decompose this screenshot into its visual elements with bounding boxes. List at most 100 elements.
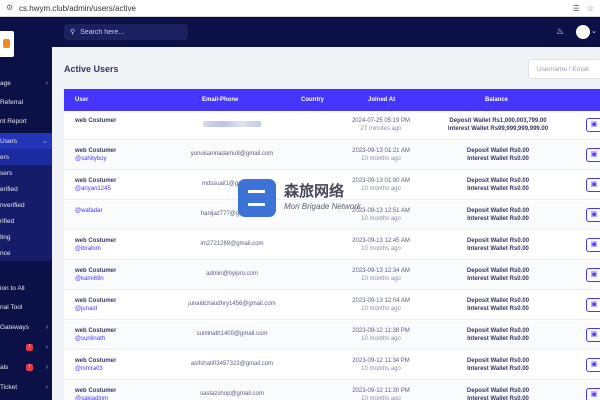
sidebar-item[interactable]: Users ⌄	[0, 133, 52, 149]
user-fullname: web Costumer	[75, 388, 117, 394]
balance-line: Deposit Wallet Rs0.00	[466, 358, 530, 364]
balance-line: Interest Wallet Rs0.00	[467, 366, 529, 372]
details-button[interactable]: ▣	[586, 328, 600, 342]
sidebar-item-label: Referral	[0, 98, 24, 106]
joined-cell: 2023-09-12 11:30 PM 10 months ago	[336, 387, 426, 400]
details-button[interactable]: ▣	[586, 298, 600, 312]
star-icon[interactable]: ☆	[587, 4, 594, 13]
joined-ago: 10 months ago	[361, 276, 401, 282]
sidebar-item[interactable]: Referral	[0, 94, 52, 110]
avatar[interactable]	[576, 25, 590, 39]
sidebar-item[interactable]: nce	[0, 245, 52, 261]
email-text: im2721269@gmail.com	[200, 241, 264, 247]
sidebar-item-label: erified	[0, 185, 18, 193]
joined-date: 2023-09-13 12:45 AM	[352, 238, 410, 244]
bell-icon[interactable]: ♨	[556, 26, 564, 37]
filter-input[interactable]	[528, 59, 600, 79]
joined-date: 2024-07-25 05:19 PM	[351, 118, 411, 124]
joined-cell: 2023-09-13 01:21 AM 10 months ago	[336, 147, 426, 163]
joined-cell: 2023-09-12 11:34 PM 10 months ago	[336, 357, 426, 373]
sidebar-item[interactable]: nt Report	[0, 113, 52, 129]
sidebar-item[interactable]: nal Tool	[0, 299, 52, 315]
details-button[interactable]: ▣	[586, 208, 600, 222]
header-user: User	[75, 97, 89, 103]
joined-ago: 10 months ago	[361, 336, 401, 342]
username-link[interactable]: @kami69n	[75, 275, 116, 283]
email-cell: mdssuail1@gmail.com	[172, 181, 292, 187]
desktop-icon: ▣	[590, 361, 598, 368]
sidebar-item[interactable]: sers	[0, 165, 52, 181]
details-button[interactable]: ▣	[586, 358, 600, 372]
balance-cell: Deposit Wallet Rs0.00 Interest Wallet Rs0…	[428, 387, 568, 400]
details-button[interactable]: ▣	[586, 148, 600, 162]
user-fullname: web Costumer	[75, 238, 117, 244]
email-cell: admin@hyipro.com	[172, 271, 292, 277]
email-cell	[172, 121, 292, 128]
username-link[interactable]: @sakiadinm	[75, 395, 116, 400]
sidebar-item-label: Users	[0, 137, 17, 145]
sidebar-item[interactable]: age ›	[0, 75, 52, 91]
email-text: admin@hyipro.com	[206, 271, 258, 277]
sidebar-item[interactable]: als! ›	[0, 359, 52, 375]
sidebar-item[interactable]: ion to All	[0, 280, 52, 296]
desktop-icon: ▣	[590, 211, 598, 218]
balance-line: Interest Wallet Rs0.00	[467, 216, 529, 222]
joined-ago: 10 months ago	[361, 396, 401, 400]
table-row: web Costumer @ibrahim im2721269@gmail.com 2…	[64, 231, 600, 260]
username-link[interactable]: @nimra03	[75, 365, 116, 373]
email-cell: junaidchaudhry1456@gmail.com	[172, 301, 292, 307]
chevron-icon: ›	[45, 363, 48, 371]
username-link[interactable]: @ariyan1245	[75, 185, 116, 193]
user-fullname: web Costumer	[75, 298, 117, 304]
translate-icon[interactable]: ☰	[573, 4, 580, 13]
email-cell: asifshati03457323@gmail.com	[172, 361, 292, 367]
desktop-icon: ▣	[590, 181, 598, 188]
details-button[interactable]: ▣	[586, 118, 600, 132]
balance-cell: Deposit Wallet Rs0.00 Interest Wallet Rs0…	[428, 147, 568, 163]
details-button[interactable]: ▣	[586, 388, 600, 400]
balance-line: Interest Wallet Rs0.00	[467, 276, 529, 282]
sidebar-item[interactable]: Ticket ›	[0, 379, 52, 395]
balance-line: Deposit Wallet Rs0.00	[466, 328, 530, 334]
joined-ago: 10 months ago	[361, 366, 401, 372]
balance-line: Deposit Wallet Rs0.00	[466, 148, 530, 154]
username-link[interactable]: @sahityboy	[75, 155, 116, 163]
joined-date: 2023-09-13 01:21 AM	[352, 148, 410, 154]
user-cell: web Costumer @ariyan1245	[75, 177, 116, 193]
user-cell: web Costumer @ibrahim	[75, 237, 116, 253]
search-input[interactable]	[80, 28, 181, 36]
sidebar-item[interactable]: rified	[0, 213, 52, 229]
desktop-icon: ▣	[590, 391, 598, 398]
sidebar-item[interactable]: ting	[0, 229, 52, 245]
user-fullname: web Costumer	[75, 118, 117, 124]
user-cell: web Costumer @kami69n	[75, 267, 116, 283]
sidebar-item[interactable]: erified	[0, 181, 52, 197]
table-row: web Costumer @ariyan1245 mdssuail1@gmail.c…	[64, 171, 600, 200]
email-cell: sastazshop@gmail.com	[172, 391, 292, 397]
email-text: sunlinath1400@gmail.com	[196, 331, 268, 337]
url-text: cs.hwym.club/admin/users/active	[19, 3, 136, 13]
browser-address-bar[interactable]: ⚙ cs.hwym.club/admin/users/active ☰ ☆	[0, 0, 600, 17]
logo[interactable]	[0, 31, 14, 57]
sidebar-item[interactable]: ers	[0, 149, 52, 165]
balance-line: Deposit Wallet Rs0.00	[466, 208, 530, 214]
joined-ago: 10 months ago	[361, 246, 401, 252]
email-text: junaidchaudhry1456@gmail.com	[188, 301, 276, 307]
sidebar-item[interactable]: nverified	[0, 197, 52, 213]
username-link[interactable]: @wafadar	[75, 207, 102, 215]
chevron-down-icon[interactable]: ⌄	[591, 27, 597, 35]
username-link[interactable]: @sunlinath	[75, 335, 116, 343]
table-row: web Costumer @nimra03 asifshati03457323@gm…	[64, 351, 600, 380]
details-button[interactable]: ▣	[586, 238, 600, 252]
details-button[interactable]: ▣	[586, 268, 600, 282]
sidebar-item[interactable]: ! ›	[0, 339, 52, 355]
sidebar-item[interactable]: Gateways ›	[0, 319, 52, 335]
joined-ago: 10 months ago	[361, 216, 401, 222]
joined-date: 2023-09-13 12:51 AM	[352, 208, 410, 214]
username-link[interactable]: @junaid	[75, 305, 116, 313]
email-text: yunuisanriadamu8@gmail.com	[190, 151, 274, 157]
balance-line: Interest Wallet Rs0.00	[467, 246, 529, 252]
email-cell: hanijaz777@gmail.com	[172, 211, 292, 217]
details-button[interactable]: ▣	[586, 178, 600, 192]
username-link[interactable]: @ibrahim	[75, 245, 116, 253]
